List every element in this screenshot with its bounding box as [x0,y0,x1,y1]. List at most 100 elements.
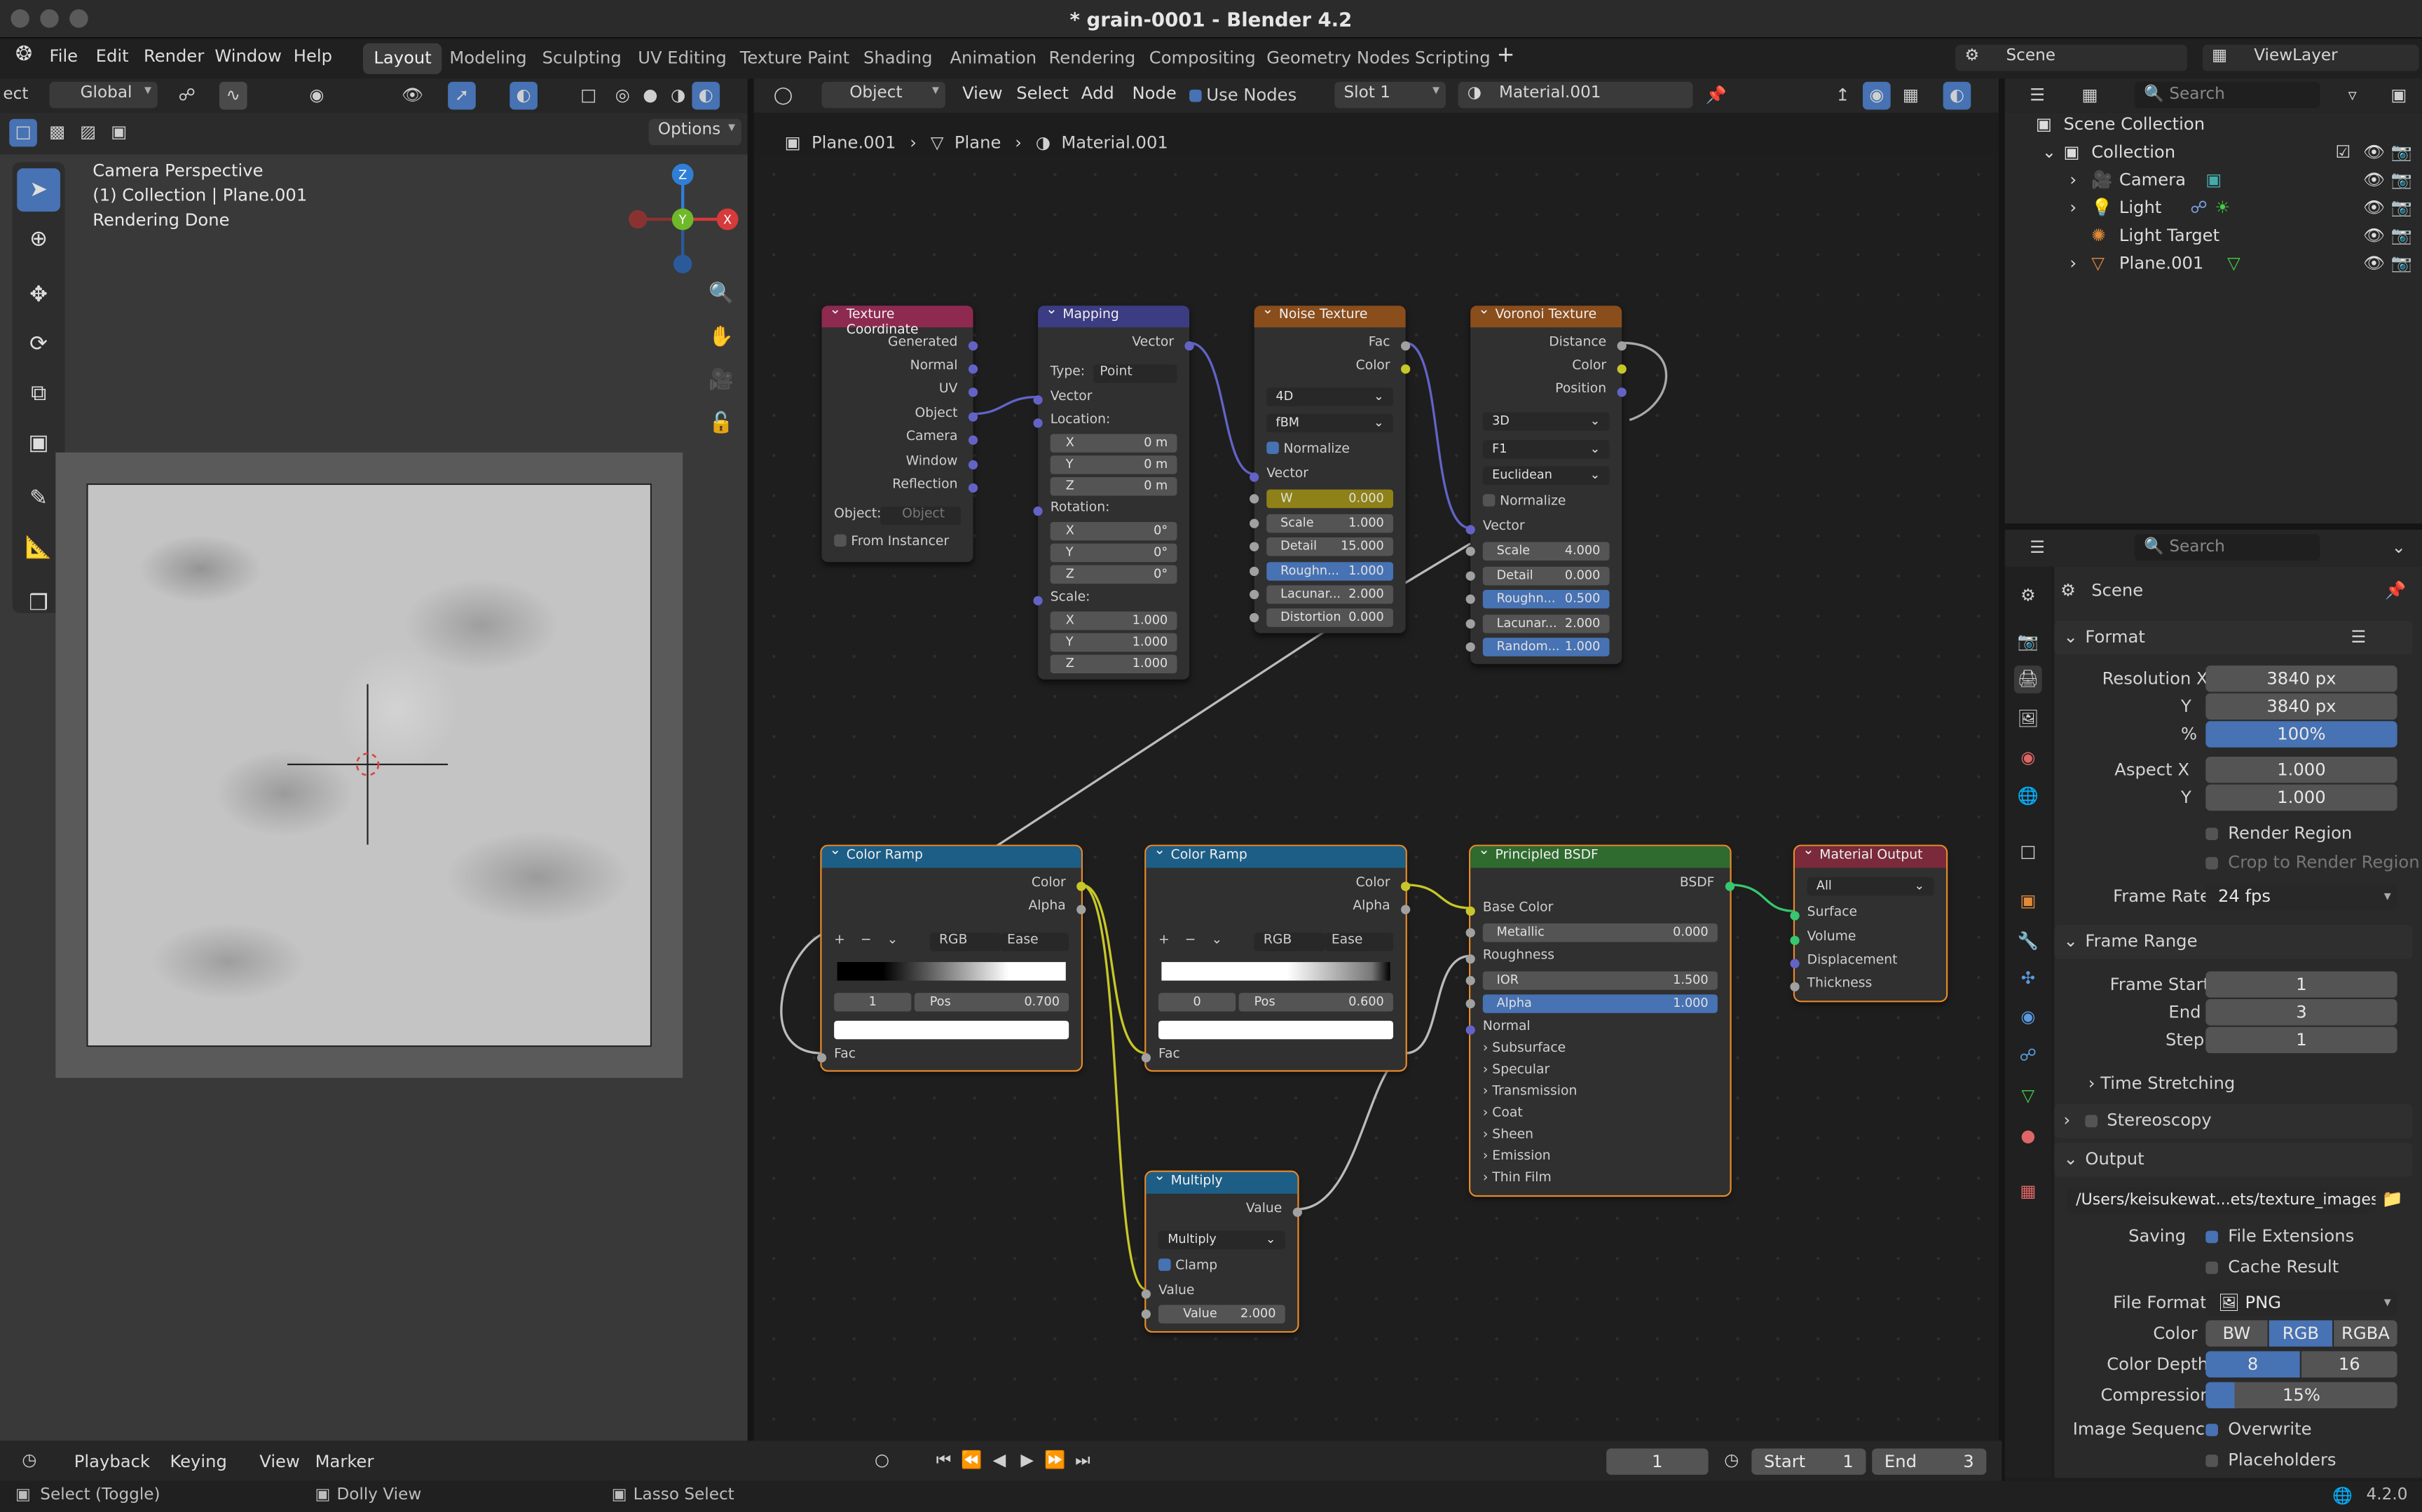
noise-type-dropdown[interactable]: fBM ⌄ [1266,413,1394,433]
socket-volume[interactable]: Volume [1790,930,1946,950]
file-extensions-checkbox[interactable]: File Extensions [2205,1226,2354,1246]
roughness-field[interactable]: Roughn... 0.500 [1465,589,1610,609]
camera-render-icon[interactable]: 📷 [2391,226,2412,246]
start-frame-field[interactable]: Start 1 [1751,1448,1866,1475]
input-socket[interactable] [1250,589,1259,600]
rotation-z-field[interactable]: Z 0° [1050,565,1177,584]
mapping-type-dropdown[interactable]: Point [1093,364,1177,383]
socket-vector-out[interactable]: Vector [1038,335,1194,355]
camera-render-icon[interactable]: 📷 [2391,198,2412,218]
node-material-output[interactable]: Material Output All ⌄ Surface Volume Disp… [1790,843,1948,1003]
socket-window[interactable]: Window [822,454,978,474]
resolution-y-field[interactable]: 3840 px [2205,693,2397,720]
frame-step-field[interactable]: 1 [2205,1026,2397,1054]
node-noise-texture[interactable]: Noise Texture Fac Color 4D ⌄ fBM ⌄ Normali… [1250,303,1411,633]
overwrite-checkbox[interactable]: Overwrite [2205,1419,2312,1439]
resolution-percent-field[interactable]: 100% [2205,721,2397,748]
input-socket[interactable] [1465,571,1475,581]
collection-tab-icon[interactable]: □ [2014,839,2042,867]
color-mode-dropdown[interactable]: RGB [1254,933,1326,951]
remove-stop-icon[interactable]: − [861,933,872,948]
noise-dimensions-dropdown[interactable]: 4D ⌄ [1266,387,1394,406]
socket-normal[interactable]: Normal [822,358,978,378]
input-socket[interactable] [1465,954,1475,964]
output-socket[interactable] [1076,905,1086,914]
auto-keying-icon[interactable]: ○ [868,1447,896,1475]
rotation-y-field[interactable]: Y 0° [1050,543,1177,563]
input-socket[interactable] [1465,594,1475,604]
value-field[interactable]: Value 2.000 [1141,1305,1285,1324]
output-socket[interactable] [1401,905,1411,914]
timeline-view-menu[interactable]: View [259,1452,300,1472]
metallic-field[interactable]: Metallic 0.000 [1465,923,1718,942]
node-voronoi-texture[interactable]: Voronoi Texture Distance Color Position … [1465,303,1627,664]
eye-icon[interactable]: 👁 [2363,198,2385,218]
outliner-search[interactable]: 🔍 Search [2134,81,2320,109]
node-multiply[interactable]: Multiply Value Multiply ⌄ Clamp Value Val… [1141,1169,1302,1333]
input-socket[interactable] [1790,958,1800,968]
section-stereoscopy[interactable]: › Stereoscopy [2054,1104,2413,1139]
filter-icon[interactable]: ▿ [2339,82,2367,110]
chevron-down-icon[interactable]: ⌄ [1211,933,1222,948]
chevron-down-icon[interactable]: ⌄ [887,933,898,948]
crop-region-checkbox[interactable]: Crop to Render Region [2205,853,2420,872]
eye-icon[interactable]: 👁 [2363,142,2385,163]
input-socket[interactable] [1250,472,1259,482]
socket-location[interactable]: Location: [1033,412,1189,432]
section-format[interactable]: ⌄ Format ☰ [2054,621,2413,655]
socket-rotation[interactable]: Rotation: [1033,500,1189,521]
ior-field[interactable]: IOR 1.500 [1465,971,1718,990]
socket-fac[interactable]: Fac [1254,335,1411,355]
view-layer-tab-icon[interactable]: 🖼 [2014,706,2042,734]
checkbox-icon[interactable] [2085,1115,2098,1127]
panel-sheen[interactable]: › Sheen [1470,1127,1730,1148]
socket-roughness[interactable]: Roughness [1465,948,1730,968]
input-socket[interactable] [1141,1053,1151,1063]
panel-transmission[interactable]: › Transmission [1470,1084,1730,1104]
socket-alpha[interactable]: Alpha [1146,899,1411,919]
scale-z-field[interactable]: Z 1.000 [1050,654,1177,673]
input-socket[interactable] [1465,975,1475,986]
eye-icon[interactable]: 👁 [2363,253,2385,273]
output-socket[interactable] [1184,341,1194,351]
file-format-dropdown[interactable]: 🖼 PNG [2205,1289,2397,1317]
camera-render-icon[interactable]: 📷 [2391,253,2412,273]
output-socket[interactable] [1617,341,1627,351]
socket-fac[interactable]: Fac [816,1047,1081,1067]
socket-scale[interactable]: Scale: [1033,590,1189,610]
add-stop-icon[interactable]: + [1158,933,1170,948]
panel-emission[interactable]: › Emission [1470,1149,1730,1169]
voronoi-metric-dropdown[interactable]: Euclidean ⌄ [1482,466,1610,486]
modifier-tab-icon[interactable]: 🔧 [2014,928,2042,956]
add-stop-icon[interactable]: + [834,933,845,948]
socket-fac[interactable]: Fac [1141,1047,1405,1067]
input-socket[interactable] [1250,542,1259,551]
tool-tab-icon[interactable]: ⚙ [2014,582,2042,610]
chevron-down-icon[interactable]: ⌄ [2042,142,2056,163]
frame-rate-dropdown[interactable]: 24 fps [2205,883,2397,911]
math-operation-dropdown[interactable]: Multiply ⌄ [1158,1230,1285,1250]
input-socket[interactable] [1465,1025,1475,1035]
cache-result-checkbox[interactable]: Cache Result [2205,1257,2339,1277]
remove-stop-icon[interactable]: − [1185,933,1196,948]
scale-y-field[interactable]: Y 1.000 [1050,633,1177,652]
detail-field[interactable]: Detail 15.000 [1250,537,1394,556]
color-ramp-gradient[interactable] [837,962,1066,981]
output-tab-icon[interactable]: 🖨 [2014,665,2042,694]
alpha-field[interactable]: Alpha 1.000 [1465,994,1718,1013]
jump-to-keyframe-forward-icon[interactable]: ⏩ [1041,1447,1069,1475]
input-socket[interactable] [1465,928,1475,937]
output-socket[interactable] [968,412,978,422]
location-y-field[interactable]: Y 0 m [1050,455,1177,474]
panel-subsurface[interactable]: › Subsurface [1470,1040,1730,1061]
socket-normal[interactable]: Normal [1465,1019,1730,1040]
color-mode-dropdown[interactable]: RGB [929,933,1001,951]
input-socket[interactable] [1790,982,1800,991]
interpolation-dropdown[interactable]: Ease [1325,933,1394,951]
marker-menu[interactable]: Marker [315,1452,374,1472]
output-socket[interactable] [1617,387,1627,397]
color-ramp-gradient[interactable] [1161,962,1390,981]
detail-field[interactable]: Detail 0.000 [1465,566,1610,586]
scale-x-field[interactable]: X 1.000 [1050,611,1177,631]
scale-field[interactable]: Scale 1.000 [1250,514,1394,533]
